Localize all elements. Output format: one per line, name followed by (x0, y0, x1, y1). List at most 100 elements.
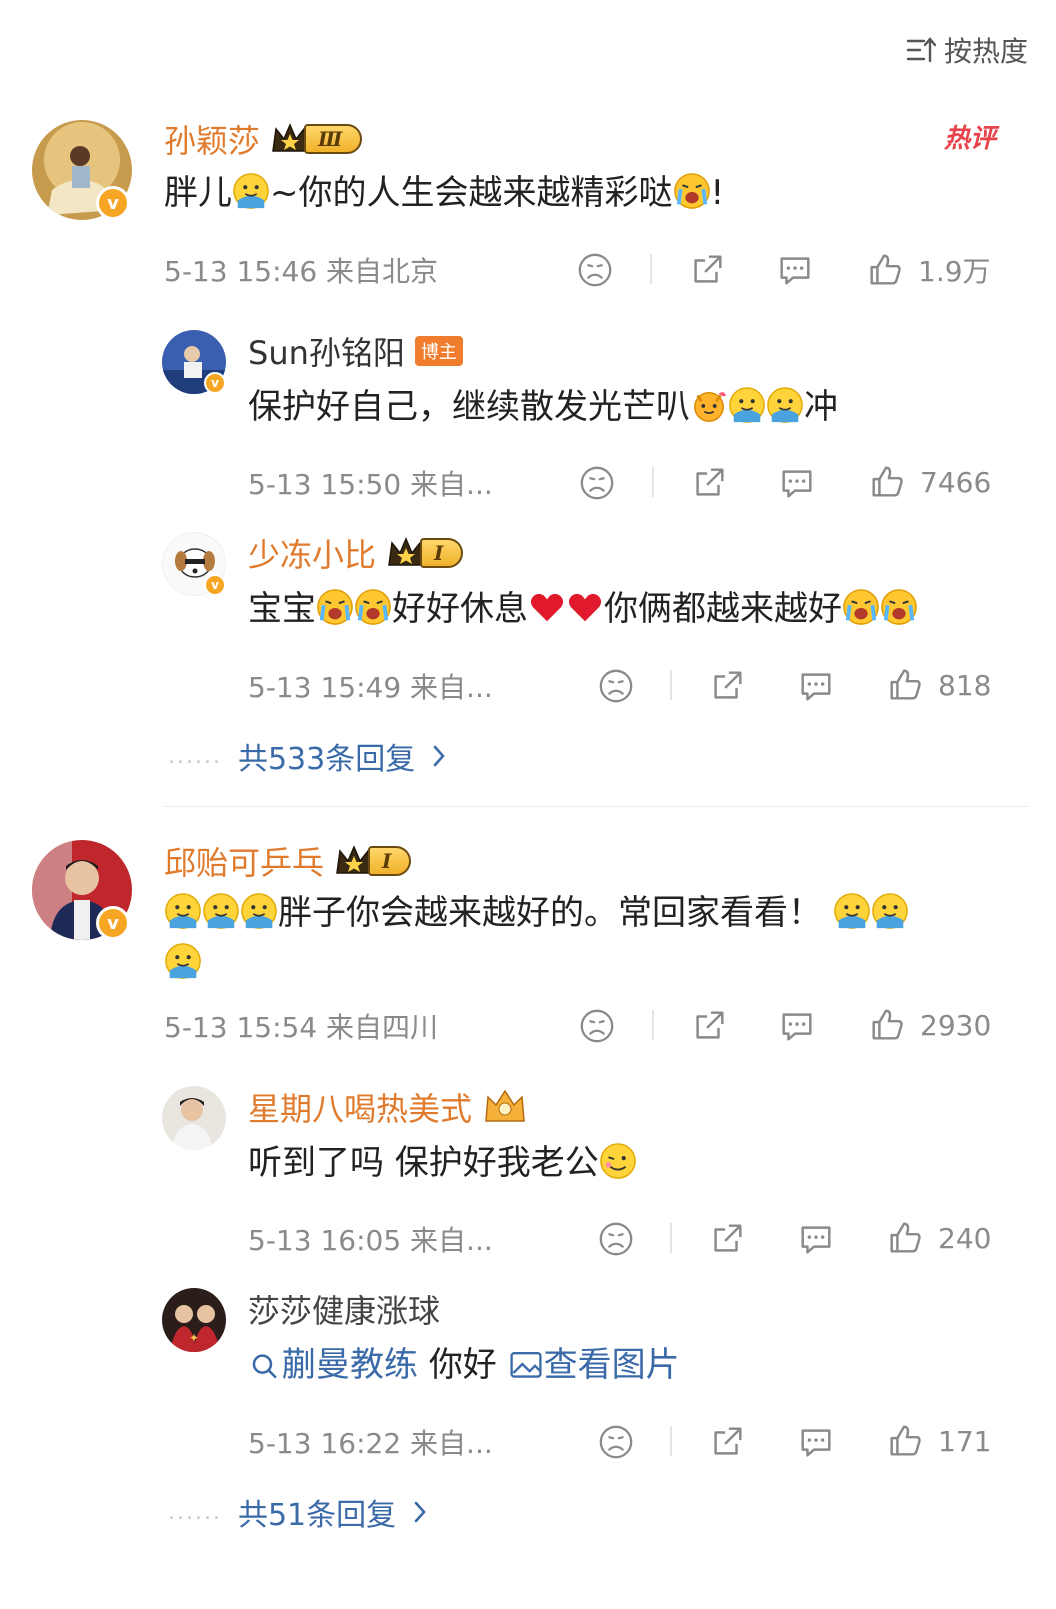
sort-icon (906, 37, 936, 63)
reply-button[interactable] (778, 463, 816, 503)
share-icon (690, 464, 728, 502)
share-button[interactable] (690, 1006, 728, 1046)
share-button[interactable] (690, 463, 728, 503)
share-button[interactable] (708, 666, 746, 706)
comment-text-continued (164, 940, 202, 988)
dislike-button[interactable] (597, 1422, 635, 1462)
blogger-tag: 博主 (414, 336, 463, 366)
member-level-badge: I (334, 843, 412, 879)
divider (650, 254, 652, 284)
timestamp: 5-13 15:46 来自北京 (164, 255, 439, 288)
reply-count-label: 共51条回复 (237, 1498, 397, 1533)
dislike-button[interactable] (578, 463, 616, 503)
share-button[interactable] (708, 1219, 746, 1259)
username[interactable]: Sun孙铭阳 (248, 328, 405, 374)
emoji-icon (728, 386, 766, 424)
username[interactable]: 莎莎健康涨球 (248, 1286, 440, 1332)
share-button[interactable] (708, 1422, 746, 1462)
timestamp: 5-13 16:22 来自... (248, 1427, 493, 1460)
share-button[interactable] (688, 250, 726, 290)
emoji-icon (232, 172, 270, 210)
sad-face-icon (597, 1423, 635, 1461)
dots: ...... (168, 1499, 222, 1525)
username[interactable]: 少冻小比 (248, 530, 376, 576)
comment-meta: 5-13 16:22 来自... 171 (0, 1422, 1056, 1462)
reply-button[interactable] (776, 250, 814, 290)
like-count: 240 (938, 1221, 992, 1255)
sort-label: 按热度 (943, 35, 1028, 68)
reply-button[interactable] (797, 666, 835, 706)
mention-link[interactable]: 蒯曼教练 (248, 1345, 418, 1385)
share-icon (708, 1423, 746, 1461)
member-level-badge: I (386, 535, 464, 571)
divider (652, 1010, 654, 1040)
dislike-button[interactable] (576, 250, 614, 290)
comment-meta: 5-13 15:50 来自... 7466 (0, 463, 1056, 503)
divider (652, 467, 654, 497)
hot-comment-tag: 热评 (943, 124, 996, 154)
search-icon (252, 1354, 277, 1379)
username[interactable]: 孙颖莎 (164, 116, 260, 162)
dislike-button[interactable] (578, 1006, 616, 1046)
reply-count-label: 共533条回复 (237, 742, 416, 777)
sad-face-icon (576, 251, 614, 289)
username[interactable]: 邱贻可乒乓 (164, 838, 324, 884)
dots: ...... (168, 743, 222, 769)
chevron-right-icon (414, 1501, 426, 1523)
like-count: 171 (938, 1424, 992, 1458)
comment-icon (778, 1007, 816, 1045)
like-icon (886, 666, 924, 704)
like-count: 2930 (920, 1008, 992, 1042)
image-icon (510, 1352, 542, 1378)
emoji-icon (871, 892, 909, 930)
view-all-replies-link[interactable]: ...... 共533条回复 (168, 734, 447, 778)
like-icon (868, 1006, 906, 1044)
reply-button[interactable] (797, 1219, 835, 1259)
like-button[interactable]: 1.9万 (866, 250, 991, 290)
like-count: 7466 (920, 465, 992, 499)
verified-badge-icon: v (96, 186, 130, 220)
like-icon (866, 251, 904, 289)
avatar[interactable] (162, 1086, 226, 1150)
comment-text: 听到了吗 保护好我老公 (248, 1140, 637, 1188)
like-button[interactable]: 240 (886, 1219, 991, 1257)
comment-divider (164, 806, 1028, 807)
comment-text: 保护好自己，继续散发光芒叭冲 (248, 386, 838, 427)
view-all-replies-link[interactable]: ...... 共51条回复 (168, 1490, 428, 1534)
timestamp: 5-13 15:50 来自... (248, 468, 493, 501)
emoji-icon (164, 942, 202, 980)
dislike-button[interactable] (597, 666, 635, 706)
like-button[interactable]: 7466 (868, 463, 991, 501)
like-button[interactable]: 818 (886, 666, 991, 704)
sort-by-hot-button[interactable]: 按热度 (906, 30, 1028, 70)
verified-badge-icon: v (96, 906, 130, 940)
emoji-icon (164, 892, 202, 930)
sad-face-icon (578, 1007, 616, 1045)
emoji-icon (354, 588, 392, 626)
comment-text: 宝宝 好好休息 你俩都越来越好 (248, 586, 918, 634)
share-icon (688, 251, 726, 289)
emoji-icon (766, 386, 804, 424)
dislike-button[interactable] (597, 1219, 635, 1259)
comment-text: 胖儿 ~你的人生会越来越精彩哒! (164, 172, 725, 213)
timestamp: 5-13 15:49 来自... (248, 671, 493, 704)
like-button[interactable]: 2930 (868, 1006, 991, 1044)
avatar[interactable]: ✦ (162, 1288, 226, 1352)
reply-button[interactable] (797, 1422, 835, 1462)
like-button[interactable]: 171 (886, 1422, 991, 1460)
share-icon (708, 667, 746, 705)
share-icon (708, 1220, 746, 1258)
like-icon (886, 1219, 924, 1257)
emoji-icon (202, 892, 240, 930)
verified-badge-icon: v (204, 372, 226, 394)
comment-icon (797, 667, 835, 705)
comment-meta: 5-13 16:05 来自... 240 (0, 1219, 1056, 1259)
emoji-icon (316, 588, 354, 626)
comment-text: 胖子你会越来越好的。常回家看看！ (164, 890, 909, 938)
username[interactable]: 星期八喝热美式 (248, 1084, 472, 1130)
svg-text:✦: ✦ (189, 1331, 199, 1345)
view-image-link[interactable]: 查看图片 (508, 1345, 680, 1385)
emoji-icon (842, 588, 880, 626)
emoji-icon (240, 892, 278, 930)
reply-button[interactable] (778, 1006, 816, 1046)
